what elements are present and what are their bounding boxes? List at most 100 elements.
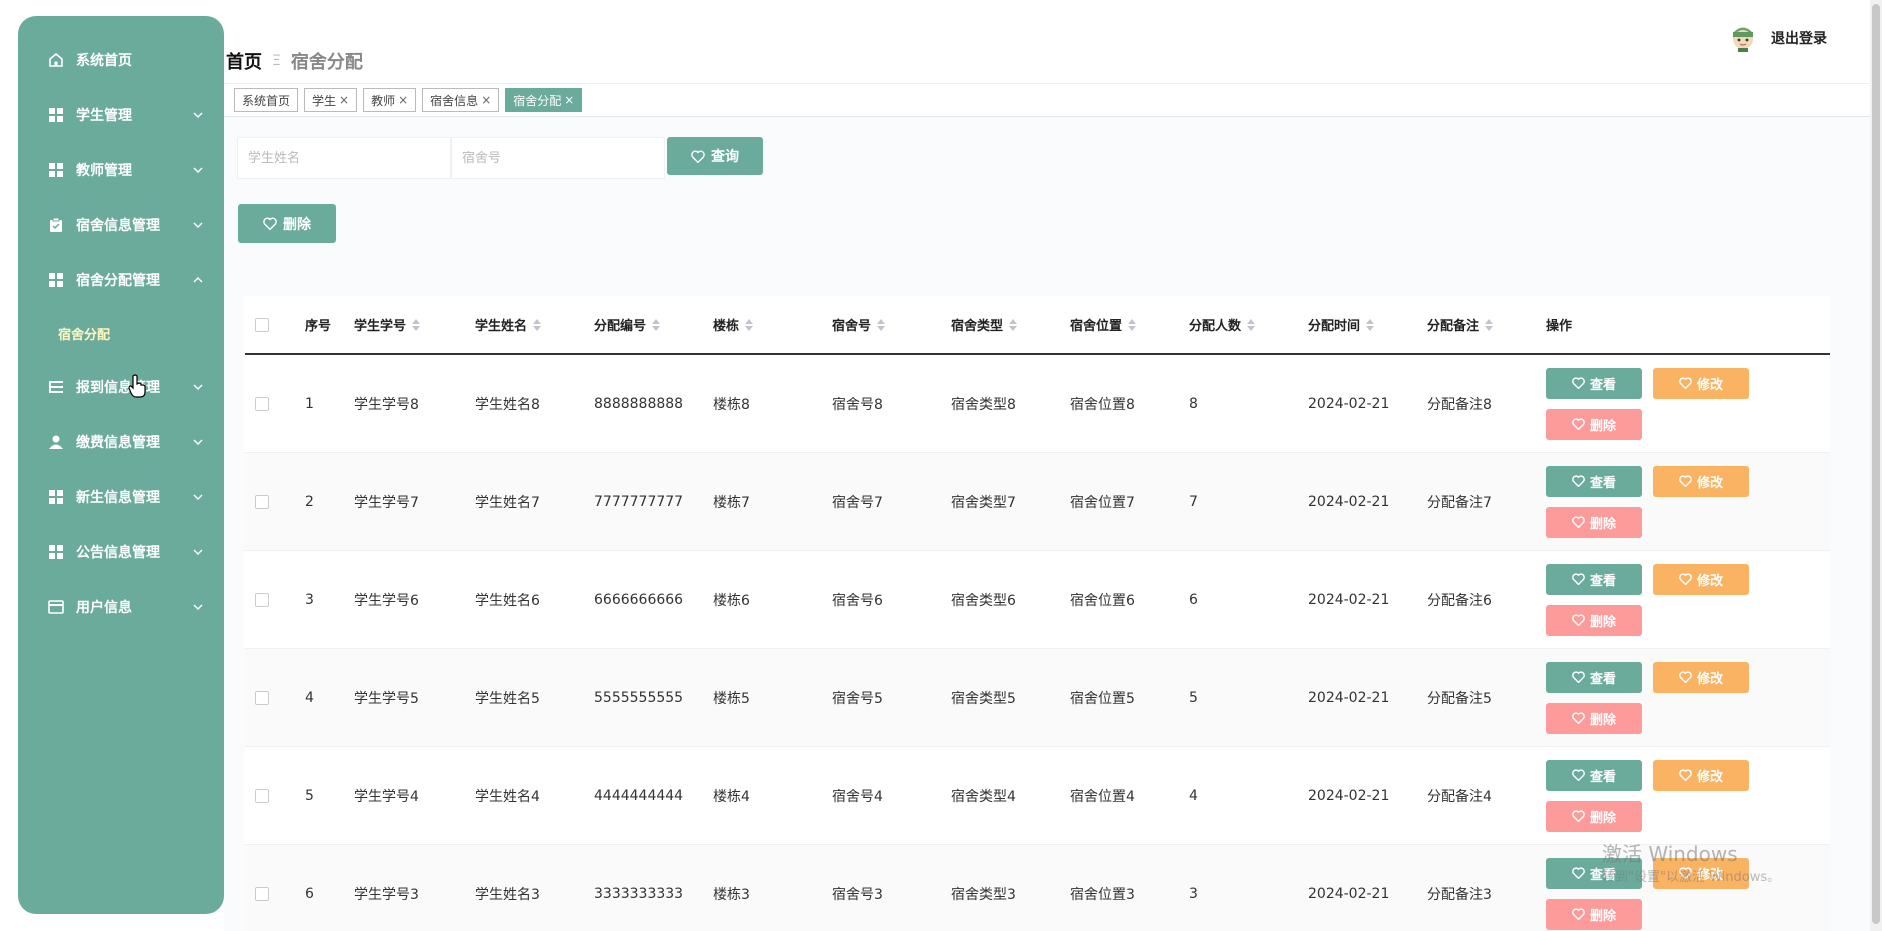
sidebar-subitem-dorm-allocation[interactable]: 宿舍分配 xyxy=(18,307,224,359)
sidebar-subitem-label: 宿舍分配 xyxy=(58,327,111,343)
sidebar-item-1[interactable]: 学生管理 xyxy=(18,87,224,142)
sidebar-item-3[interactable]: 宿舍信息管理 xyxy=(18,197,224,252)
logout-link[interactable]: 退出登录 xyxy=(1771,28,1827,48)
row-checkbox[interactable] xyxy=(255,396,269,411)
close-icon[interactable]: × xyxy=(564,93,574,107)
header-time[interactable]: 分配时间 xyxy=(1308,315,1427,334)
sort-icon[interactable] xyxy=(1366,318,1375,331)
sidebar-item-6[interactable]: 缴费信息管理 xyxy=(18,414,224,469)
close-icon[interactable]: × xyxy=(398,93,408,107)
header-cnt-label: 分配人数 xyxy=(1189,319,1242,334)
view-button[interactable]: 查看 xyxy=(1546,367,1642,399)
sidebar-item-7[interactable]: 新生信息管理 xyxy=(18,469,224,524)
chevron-down-icon xyxy=(193,167,203,173)
sort-icon[interactable] xyxy=(533,318,542,331)
query-button[interactable]: 查询 xyxy=(667,137,763,175)
breadcrumb-home[interactable]: 首页 xyxy=(226,48,262,74)
view-button[interactable]: 查看 xyxy=(1546,759,1642,791)
row-checkbox[interactable] xyxy=(255,886,269,901)
cell-room: 宿舍号8 xyxy=(832,396,883,413)
header-loc[interactable]: 宿舍位置 xyxy=(1070,315,1189,334)
header-fno[interactable]: 分配编号 xyxy=(594,315,713,334)
delete-button[interactable]: 删除 xyxy=(1546,506,1642,538)
cell-type: 宿舍类型7 xyxy=(951,494,1016,511)
tab-tag-label: 学生 xyxy=(312,93,337,108)
tab-tag-2[interactable]: 教师 × xyxy=(363,88,417,112)
sort-icon[interactable] xyxy=(412,318,421,331)
sidebar-item-5[interactable]: 报到信息管理 xyxy=(18,359,224,414)
cell-time: 2024-02-21 xyxy=(1308,493,1390,510)
chevron-down-icon xyxy=(193,494,203,500)
cell-cnt: 4 xyxy=(1189,787,1198,804)
select-all-checkbox[interactable] xyxy=(255,317,269,332)
cell-idx: 1 xyxy=(305,395,314,412)
heart-icon xyxy=(1572,418,1585,430)
edit-button[interactable]: 修改 xyxy=(1653,563,1749,595)
tab-tag-0[interactable]: 系统首页 xyxy=(234,88,299,112)
edit-button[interactable]: 修改 xyxy=(1653,759,1749,791)
top-header: 首页 Ξ 宿舍分配 退出登录 xyxy=(224,0,1882,84)
view-button[interactable]: 查看 xyxy=(1546,661,1642,693)
student-name-input[interactable] xyxy=(237,137,451,179)
heart-icon xyxy=(1679,475,1692,487)
delete-button[interactable]: 删除 xyxy=(1546,604,1642,636)
header-type[interactable]: 宿舍类型 xyxy=(951,315,1070,334)
close-icon[interactable]: × xyxy=(339,93,349,107)
table-row: 1 学生学号8 学生姓名8 8888888888 楼栋8 宿舍号8 宿舍类型8 宿舍位置8 8 2… xyxy=(245,355,1830,453)
delete-button[interactable]: 删除 xyxy=(1546,702,1642,734)
close-icon[interactable]: × xyxy=(481,93,491,107)
chevron-down-icon xyxy=(193,112,203,118)
batch-delete-button[interactable]: 删除 xyxy=(238,204,336,243)
heart-icon xyxy=(1572,769,1585,781)
scrollbar-thumb[interactable] xyxy=(1872,4,1880,924)
view-button[interactable]: 查看 xyxy=(1546,563,1642,595)
tab-tag-1[interactable]: 学生 × xyxy=(304,88,358,112)
page-scrollbar[interactable] xyxy=(1870,0,1882,931)
cell-time: 2024-02-21 xyxy=(1308,787,1390,804)
heart-icon xyxy=(1572,614,1585,626)
tab-tag-4[interactable]: 宿舍分配 × xyxy=(505,88,583,112)
delete-button[interactable]: 删除 xyxy=(1546,898,1642,930)
cell-type: 宿舍类型4 xyxy=(951,788,1016,805)
row-select-cell xyxy=(245,886,305,901)
sort-icon[interactable] xyxy=(1247,318,1256,331)
edit-button[interactable]: 修改 xyxy=(1653,661,1749,693)
header-cnt[interactable]: 分配人数 xyxy=(1189,315,1308,334)
sidebar-item-2[interactable]: 教师管理 xyxy=(18,142,224,197)
header-note[interactable]: 分配备注 xyxy=(1427,315,1546,334)
header-sno[interactable]: 学生学号 xyxy=(354,315,475,334)
header-room[interactable]: 宿舍号 xyxy=(832,315,951,334)
sort-icon[interactable] xyxy=(877,318,886,331)
row-checkbox[interactable] xyxy=(255,592,269,607)
cell-time: 2024-02-21 xyxy=(1308,885,1390,902)
sort-icon[interactable] xyxy=(1128,318,1137,331)
sort-icon[interactable] xyxy=(1009,318,1018,331)
delete-button[interactable]: 删除 xyxy=(1546,408,1642,440)
view-button[interactable]: 查看 xyxy=(1546,465,1642,497)
tab-tags-bar: 系统首页 学生 × 教师 × 宿舍信息 × 宿舍分配 × xyxy=(234,88,588,112)
sort-icon[interactable] xyxy=(1485,318,1494,331)
sidebar-item-9[interactable]: 用户信息 xyxy=(18,579,224,634)
row-checkbox[interactable] xyxy=(255,494,269,509)
sidebar-item-8[interactable]: 公告信息管理 xyxy=(18,524,224,579)
header-sname[interactable]: 学生姓名 xyxy=(475,315,594,334)
sort-icon[interactable] xyxy=(652,318,661,331)
room-number-input[interactable] xyxy=(451,137,665,179)
edit-button[interactable]: 修改 xyxy=(1653,367,1749,399)
cell-time: 2024-02-21 xyxy=(1308,689,1390,706)
delete-button[interactable]: 删除 xyxy=(1546,800,1642,832)
windows-activation-hint: 转到"设置"以激活 Windows。 xyxy=(1602,870,1781,885)
edit-button-label: 修改 xyxy=(1696,769,1723,785)
tab-tag-3[interactable]: 宿舍信息 × xyxy=(422,88,500,112)
sidebar-item-0[interactable]: 系统首页 xyxy=(18,32,224,87)
sidebar: 系统首页 学生管理 教师管理 宿舍信息管理 宿舍分配管理 宿舍分配 报到信息管理… xyxy=(18,16,224,914)
row-checkbox[interactable] xyxy=(255,690,269,705)
edit-button[interactable]: 修改 xyxy=(1653,465,1749,497)
sort-icon[interactable] xyxy=(745,318,754,331)
cell-sname: 学生姓名4 xyxy=(475,788,540,805)
row-checkbox[interactable] xyxy=(255,788,269,803)
header-bld[interactable]: 楼栋 xyxy=(713,315,832,334)
header-bld-label: 楼栋 xyxy=(713,319,740,334)
sidebar-item-4[interactable]: 宿舍分配管理 xyxy=(18,252,224,307)
view-button-label: 查看 xyxy=(1589,769,1616,785)
